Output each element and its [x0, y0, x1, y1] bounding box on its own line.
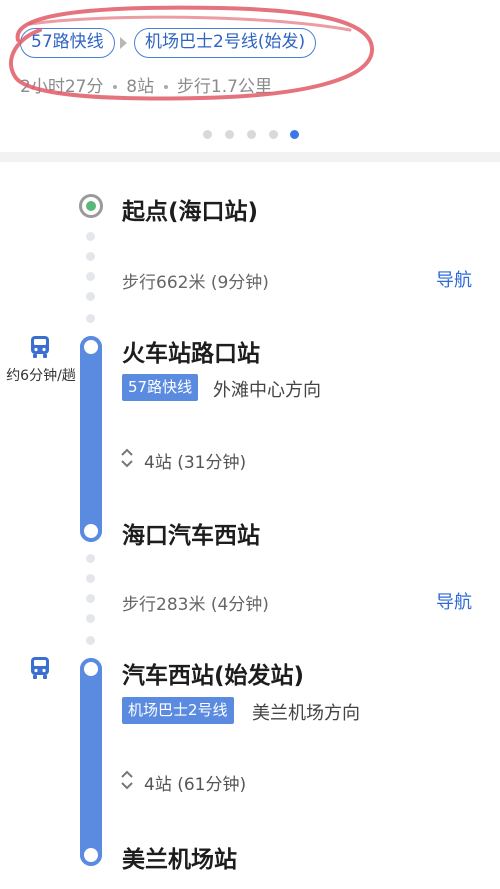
- walk-dot: [86, 272, 95, 281]
- alight-stop-marker: [80, 520, 102, 542]
- walk-dot: [86, 292, 95, 301]
- start-point-icon: [79, 194, 103, 218]
- separator-dot: [112, 85, 117, 89]
- total-duration: 2小时27分: [20, 77, 104, 97]
- route-chip-57[interactable]: 57路快线: [20, 28, 115, 58]
- board-stop-marker: [80, 336, 102, 358]
- station-count: 8站: [126, 77, 155, 97]
- line-tag-airport-bus[interactable]: 机场巴士2号线: [122, 697, 234, 724]
- board-stop-name-2: 汽车西站(始发站): [122, 663, 305, 689]
- stops-count-1[interactable]: 4站 (31分钟): [144, 448, 246, 473]
- walk-distance: 步行1.7公里: [176, 77, 272, 97]
- bus-icon: [31, 336, 49, 358]
- bus-icon: [31, 657, 49, 679]
- transit-line-segment-2: [80, 658, 102, 866]
- bus-frequency: 约6分钟/趟: [6, 368, 76, 384]
- transit-line-segment-1: [80, 336, 102, 542]
- page-dot[interactable]: [269, 130, 278, 139]
- chevron-right-icon: [120, 37, 127, 49]
- alight-stop-marker: [80, 844, 102, 866]
- page-indicator: [0, 130, 500, 140]
- walk-segment-1: 步行662米 (9分钟): [122, 273, 269, 293]
- alight-stop-name-2: 美兰机场站: [122, 847, 237, 873]
- direction-text-1: 外滩中心方向: [213, 380, 321, 401]
- route-chip-airport-bus[interactable]: 机场巴士2号线(始发): [134, 28, 317, 58]
- route-summary-header: 57路快线 机场巴士2号线(始发) 2小时27分 8站 步行1.7公里: [0, 0, 500, 152]
- walk-dot: [86, 314, 95, 323]
- page-dot[interactable]: [225, 130, 234, 139]
- page-dot[interactable]: [203, 130, 212, 139]
- board-stop-name-1: 火车站路口站: [122, 341, 260, 367]
- walk-dot: [86, 554, 95, 563]
- chevron-updown-icon[interactable]: [120, 448, 134, 468]
- start-stop-name: 起点(海口站): [122, 199, 259, 225]
- walk-dot: [86, 636, 95, 645]
- walk-dot: [86, 614, 95, 623]
- section-divider: [0, 152, 500, 162]
- page-dot[interactable]: [247, 130, 256, 139]
- walk-segment-2: 步行283米 (4分钟): [122, 595, 269, 615]
- walk-dot: [86, 574, 95, 583]
- navigate-button-2[interactable]: 导航: [436, 588, 472, 614]
- page-dot-active[interactable]: [290, 130, 299, 139]
- walk-dot: [86, 594, 95, 603]
- walk-dot: [86, 252, 95, 261]
- line-tag-57[interactable]: 57路快线: [122, 374, 199, 401]
- separator-dot: [163, 85, 168, 89]
- walk-dot: [86, 232, 95, 241]
- chevron-updown-icon[interactable]: [120, 770, 134, 790]
- stops-count-2[interactable]: 4站 (61分钟): [144, 770, 246, 795]
- alight-stop-name-1: 海口汽车西站: [122, 523, 260, 549]
- direction-text-2: 美兰机场方向: [252, 703, 360, 724]
- board-stop-marker: [80, 658, 102, 680]
- navigate-button-1[interactable]: 导航: [436, 266, 472, 292]
- route-timeline: 起点(海口站) 步行662米 (9分钟) 导航 约6分钟/趟 火车站路口站 57…: [0, 162, 500, 889]
- route-summary-line: 2小时27分 8站 步行1.7公里: [20, 72, 272, 97]
